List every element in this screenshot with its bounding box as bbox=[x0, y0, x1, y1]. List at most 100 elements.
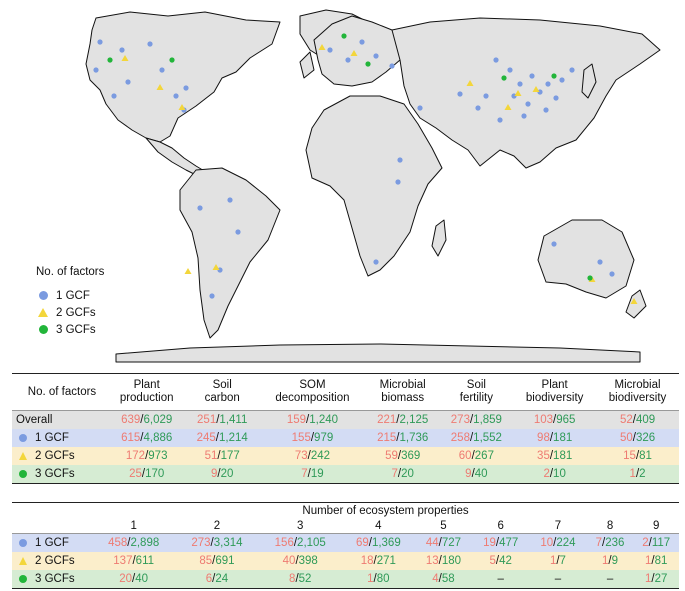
table-cell: 639/6,029 bbox=[108, 410, 186, 429]
table-cell: 7/19 bbox=[259, 465, 366, 484]
second-value: 6,029 bbox=[143, 414, 173, 426]
second-value: 180 bbox=[441, 555, 461, 567]
legend-item-2-gcfs: 2 GCFs bbox=[36, 304, 104, 321]
legend-title: No. of factors bbox=[36, 266, 105, 278]
column-header: 6 bbox=[472, 518, 530, 534]
second-value: 3,314 bbox=[213, 537, 243, 549]
first-value: 137 bbox=[113, 555, 133, 567]
second-value: 117 bbox=[651, 537, 671, 549]
first-value: 59 bbox=[385, 450, 398, 462]
legend-label: 1 GCF bbox=[56, 289, 90, 302]
row-label: Overall bbox=[12, 410, 108, 429]
first-value: 1 bbox=[549, 555, 557, 567]
column-header: Soil carbon bbox=[185, 373, 260, 411]
second-value: 181 bbox=[553, 432, 573, 444]
table-cell: 1/7 bbox=[529, 552, 587, 570]
first-value: 40 bbox=[282, 555, 296, 567]
table-cell: – bbox=[529, 570, 587, 589]
second-value: 4,886 bbox=[143, 432, 173, 444]
table-cell: 615/4,886 bbox=[108, 429, 186, 447]
table-cell: – bbox=[472, 570, 530, 589]
map-legend: No. of factors 1 GCF 2 GCFs 3 GCFs bbox=[36, 266, 104, 338]
table-cell: 2/117 bbox=[633, 533, 679, 552]
table-cell: 251/1,411 bbox=[185, 410, 260, 429]
table-cell: 172/973 bbox=[108, 447, 186, 465]
table-cell: 258/1,552 bbox=[439, 429, 514, 447]
column-header: 9 bbox=[633, 518, 679, 534]
second-value: 7 bbox=[559, 555, 566, 567]
green-circle-icon bbox=[38, 325, 48, 334]
first-value: 8 bbox=[289, 573, 296, 585]
australia-landmass bbox=[537, 219, 635, 299]
column-header: 8 bbox=[586, 518, 634, 534]
table-cell: 1/9 bbox=[586, 552, 634, 570]
table-row: 1 GCF 615/4,886 245/1,214 155/979 215/1,736 2… bbox=[12, 429, 679, 447]
table-cell: 7/236 bbox=[586, 533, 634, 552]
first-value: 13 bbox=[425, 555, 439, 567]
blue-circle-icon bbox=[38, 291, 48, 300]
first-value: 1 bbox=[629, 468, 636, 480]
table-cell: 7/20 bbox=[365, 465, 440, 484]
column-header: Plant production bbox=[108, 373, 186, 411]
first-value: 159 bbox=[286, 414, 307, 426]
second-value: 170 bbox=[145, 468, 165, 480]
table-cell: 2/10 bbox=[513, 465, 597, 484]
first-value: 639 bbox=[121, 414, 141, 426]
table-cell: 60/267 bbox=[439, 447, 514, 465]
first-value: 7 bbox=[301, 468, 308, 480]
table-cell: 1/80 bbox=[341, 570, 415, 589]
second-value: 611 bbox=[135, 555, 155, 567]
column-header: 3 bbox=[258, 518, 342, 534]
table-cell: 245/1,214 bbox=[185, 429, 260, 447]
legend-item-3-gcfs: 3 GCFs bbox=[36, 321, 104, 338]
table-row: 2 GCFs 137/611 85/691 40/398 18/271 13/180 5/4… bbox=[12, 552, 679, 570]
row-header: No. of factors bbox=[12, 373, 108, 411]
factors-by-property-table: No. of factors Plant production Soil carbon S… bbox=[12, 373, 679, 484]
second-value: 271 bbox=[376, 555, 396, 567]
first-value: 172 bbox=[125, 450, 146, 462]
second-value: 81 bbox=[639, 450, 652, 462]
column-header: SOM decomposition bbox=[259, 373, 366, 411]
table-cell: 20/40 bbox=[92, 570, 176, 589]
row-label: 1 GCF bbox=[12, 533, 92, 552]
first-value: 5 bbox=[489, 555, 496, 567]
table-cell: 73/242 bbox=[259, 447, 366, 465]
row-label: 2 GCFs bbox=[12, 552, 92, 570]
table-cell: 4/58 bbox=[414, 570, 473, 589]
table-cell: 215/1,736 bbox=[365, 429, 440, 447]
column-header: Soil fertility bbox=[439, 373, 514, 411]
first-value: 615 bbox=[121, 432, 141, 444]
first-value: 69 bbox=[355, 537, 369, 549]
first-value: 4 bbox=[432, 573, 439, 585]
table-title: Number of ecosystem properties bbox=[92, 502, 679, 518]
second-value: 267 bbox=[474, 450, 494, 462]
table-cell: 9/20 bbox=[185, 465, 260, 484]
first-value: 6 bbox=[205, 573, 213, 585]
table-cell: 8/52 bbox=[258, 570, 342, 589]
first-value: 273 bbox=[450, 414, 470, 426]
first-value: 15 bbox=[623, 450, 636, 462]
column-header: 2 bbox=[175, 518, 259, 534]
table-cell: 159/1,240 bbox=[259, 410, 366, 429]
first-value: 44 bbox=[425, 537, 439, 549]
first-value: 25 bbox=[129, 468, 142, 480]
table-cell: 15/81 bbox=[596, 447, 679, 465]
second-value: 40 bbox=[135, 573, 149, 585]
second-value: 181 bbox=[553, 450, 573, 462]
madagascar-landmass bbox=[431, 219, 447, 257]
table-cell: 6/24 bbox=[175, 570, 259, 589]
second-value: 2,105 bbox=[297, 537, 326, 549]
second-value: 81 bbox=[654, 555, 668, 567]
green-circle-icon bbox=[16, 574, 30, 583]
table-cell: 1/81 bbox=[633, 552, 679, 570]
first-value: 51 bbox=[204, 450, 218, 462]
first-value: 1 bbox=[645, 555, 652, 567]
table-cell: 59/369 bbox=[365, 447, 440, 465]
row-label: 3 GCFs bbox=[12, 465, 108, 484]
first-value: 245 bbox=[196, 432, 216, 444]
second-value: 409 bbox=[635, 414, 656, 426]
second-value: 42 bbox=[499, 555, 512, 567]
row-label: 3 GCFs bbox=[12, 570, 92, 589]
yellow-triangle-icon bbox=[38, 308, 48, 317]
second-value: 40 bbox=[474, 468, 488, 480]
